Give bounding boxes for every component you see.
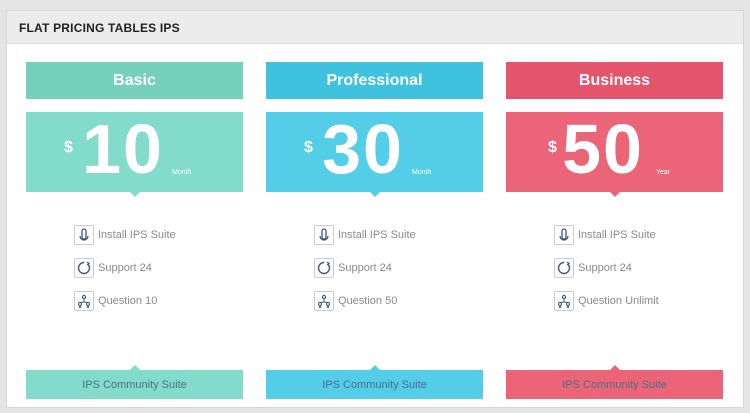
cta-pointer <box>610 365 620 370</box>
plan-name: Basic <box>113 71 156 89</box>
feature-label: Install IPS Suite <box>98 229 176 241</box>
feature-item: Support 24 <box>314 258 484 291</box>
feature-item: Question 10 <box>74 291 244 324</box>
price-pointer <box>610 192 620 197</box>
price-pointer <box>130 192 140 197</box>
pricing-panel: FLAT PRICING TABLES IPS Basic $ 10 Month… <box>6 10 744 408</box>
feature-label: Support 24 <box>578 262 632 274</box>
price-period: Month <box>412 169 432 176</box>
feature-label: Support 24 <box>98 262 152 274</box>
feature-label: Question 50 <box>338 295 398 307</box>
plan-cta-button[interactable]: IPS Community Suite <box>506 365 723 399</box>
cta-pointer <box>370 365 380 370</box>
price-box: $ 10 Month <box>26 110 243 197</box>
price-period: Month <box>172 169 192 176</box>
feature-list: Install IPS Suite Support 24 Question Un… <box>554 225 724 324</box>
feature-label: Install IPS Suite <box>578 229 656 241</box>
feature-item: Install IPS Suite <box>314 225 484 258</box>
question-icon <box>314 291 334 311</box>
plan-title-bar: Professional <box>266 62 483 99</box>
price-pointer <box>370 192 380 197</box>
support-icon <box>314 258 334 278</box>
feature-item: Support 24 <box>554 258 724 291</box>
feature-list: Install IPS Suite Support 24 Question 10 <box>74 225 244 324</box>
panel-header: FLAT PRICING TABLES IPS <box>7 11 743 44</box>
plan-professional: Professional $ 30 Month Install IPS Suit… <box>266 62 483 402</box>
feature-item: Question 50 <box>314 291 484 324</box>
feature-label: Install IPS Suite <box>338 229 416 241</box>
price-amount: 30 <box>322 110 404 188</box>
feature-item: Support 24 <box>74 258 244 291</box>
feature-label: Question 10 <box>98 295 158 307</box>
plan-basic: Basic $ 10 Month Install IPS Suite Suppo… <box>26 62 243 402</box>
plan-name: Business <box>578 71 651 89</box>
plan-cta-button[interactable]: IPS Community Suite <box>266 365 483 399</box>
plan-business: Business $ 50 Year Install IPS Suite Sup… <box>506 62 723 402</box>
price-amount: 10 <box>82 110 164 188</box>
question-icon <box>554 291 574 311</box>
price-box: $ 30 Month <box>266 110 483 197</box>
feature-label: Question Unlimit <box>578 295 659 307</box>
cta-pointer <box>130 365 140 370</box>
price-box: $ 50 Year <box>506 110 723 197</box>
plan-cta-button[interactable]: IPS Community Suite <box>26 365 243 399</box>
plan-title-bar: Business <box>506 62 723 99</box>
install-icon <box>554 225 574 245</box>
currency-symbol: $ <box>304 139 313 156</box>
page-title: FLAT PRICING TABLES IPS <box>19 21 180 35</box>
install-icon <box>74 225 94 245</box>
plan-title-bar: Basic <box>26 62 243 99</box>
plan-name: Professional <box>326 71 423 89</box>
support-icon <box>554 258 574 278</box>
question-icon <box>74 291 94 311</box>
feature-label: Support 24 <box>338 262 392 274</box>
currency-symbol: $ <box>64 139 73 156</box>
support-icon <box>74 258 94 278</box>
feature-item: Install IPS Suite <box>74 225 244 258</box>
feature-list: Install IPS Suite Support 24 Question 50 <box>314 225 484 324</box>
feature-item: Install IPS Suite <box>554 225 724 258</box>
price-amount: 50 <box>562 110 644 188</box>
install-icon <box>314 225 334 245</box>
price-period: Year <box>656 169 671 176</box>
feature-item: Question Unlimit <box>554 291 724 324</box>
